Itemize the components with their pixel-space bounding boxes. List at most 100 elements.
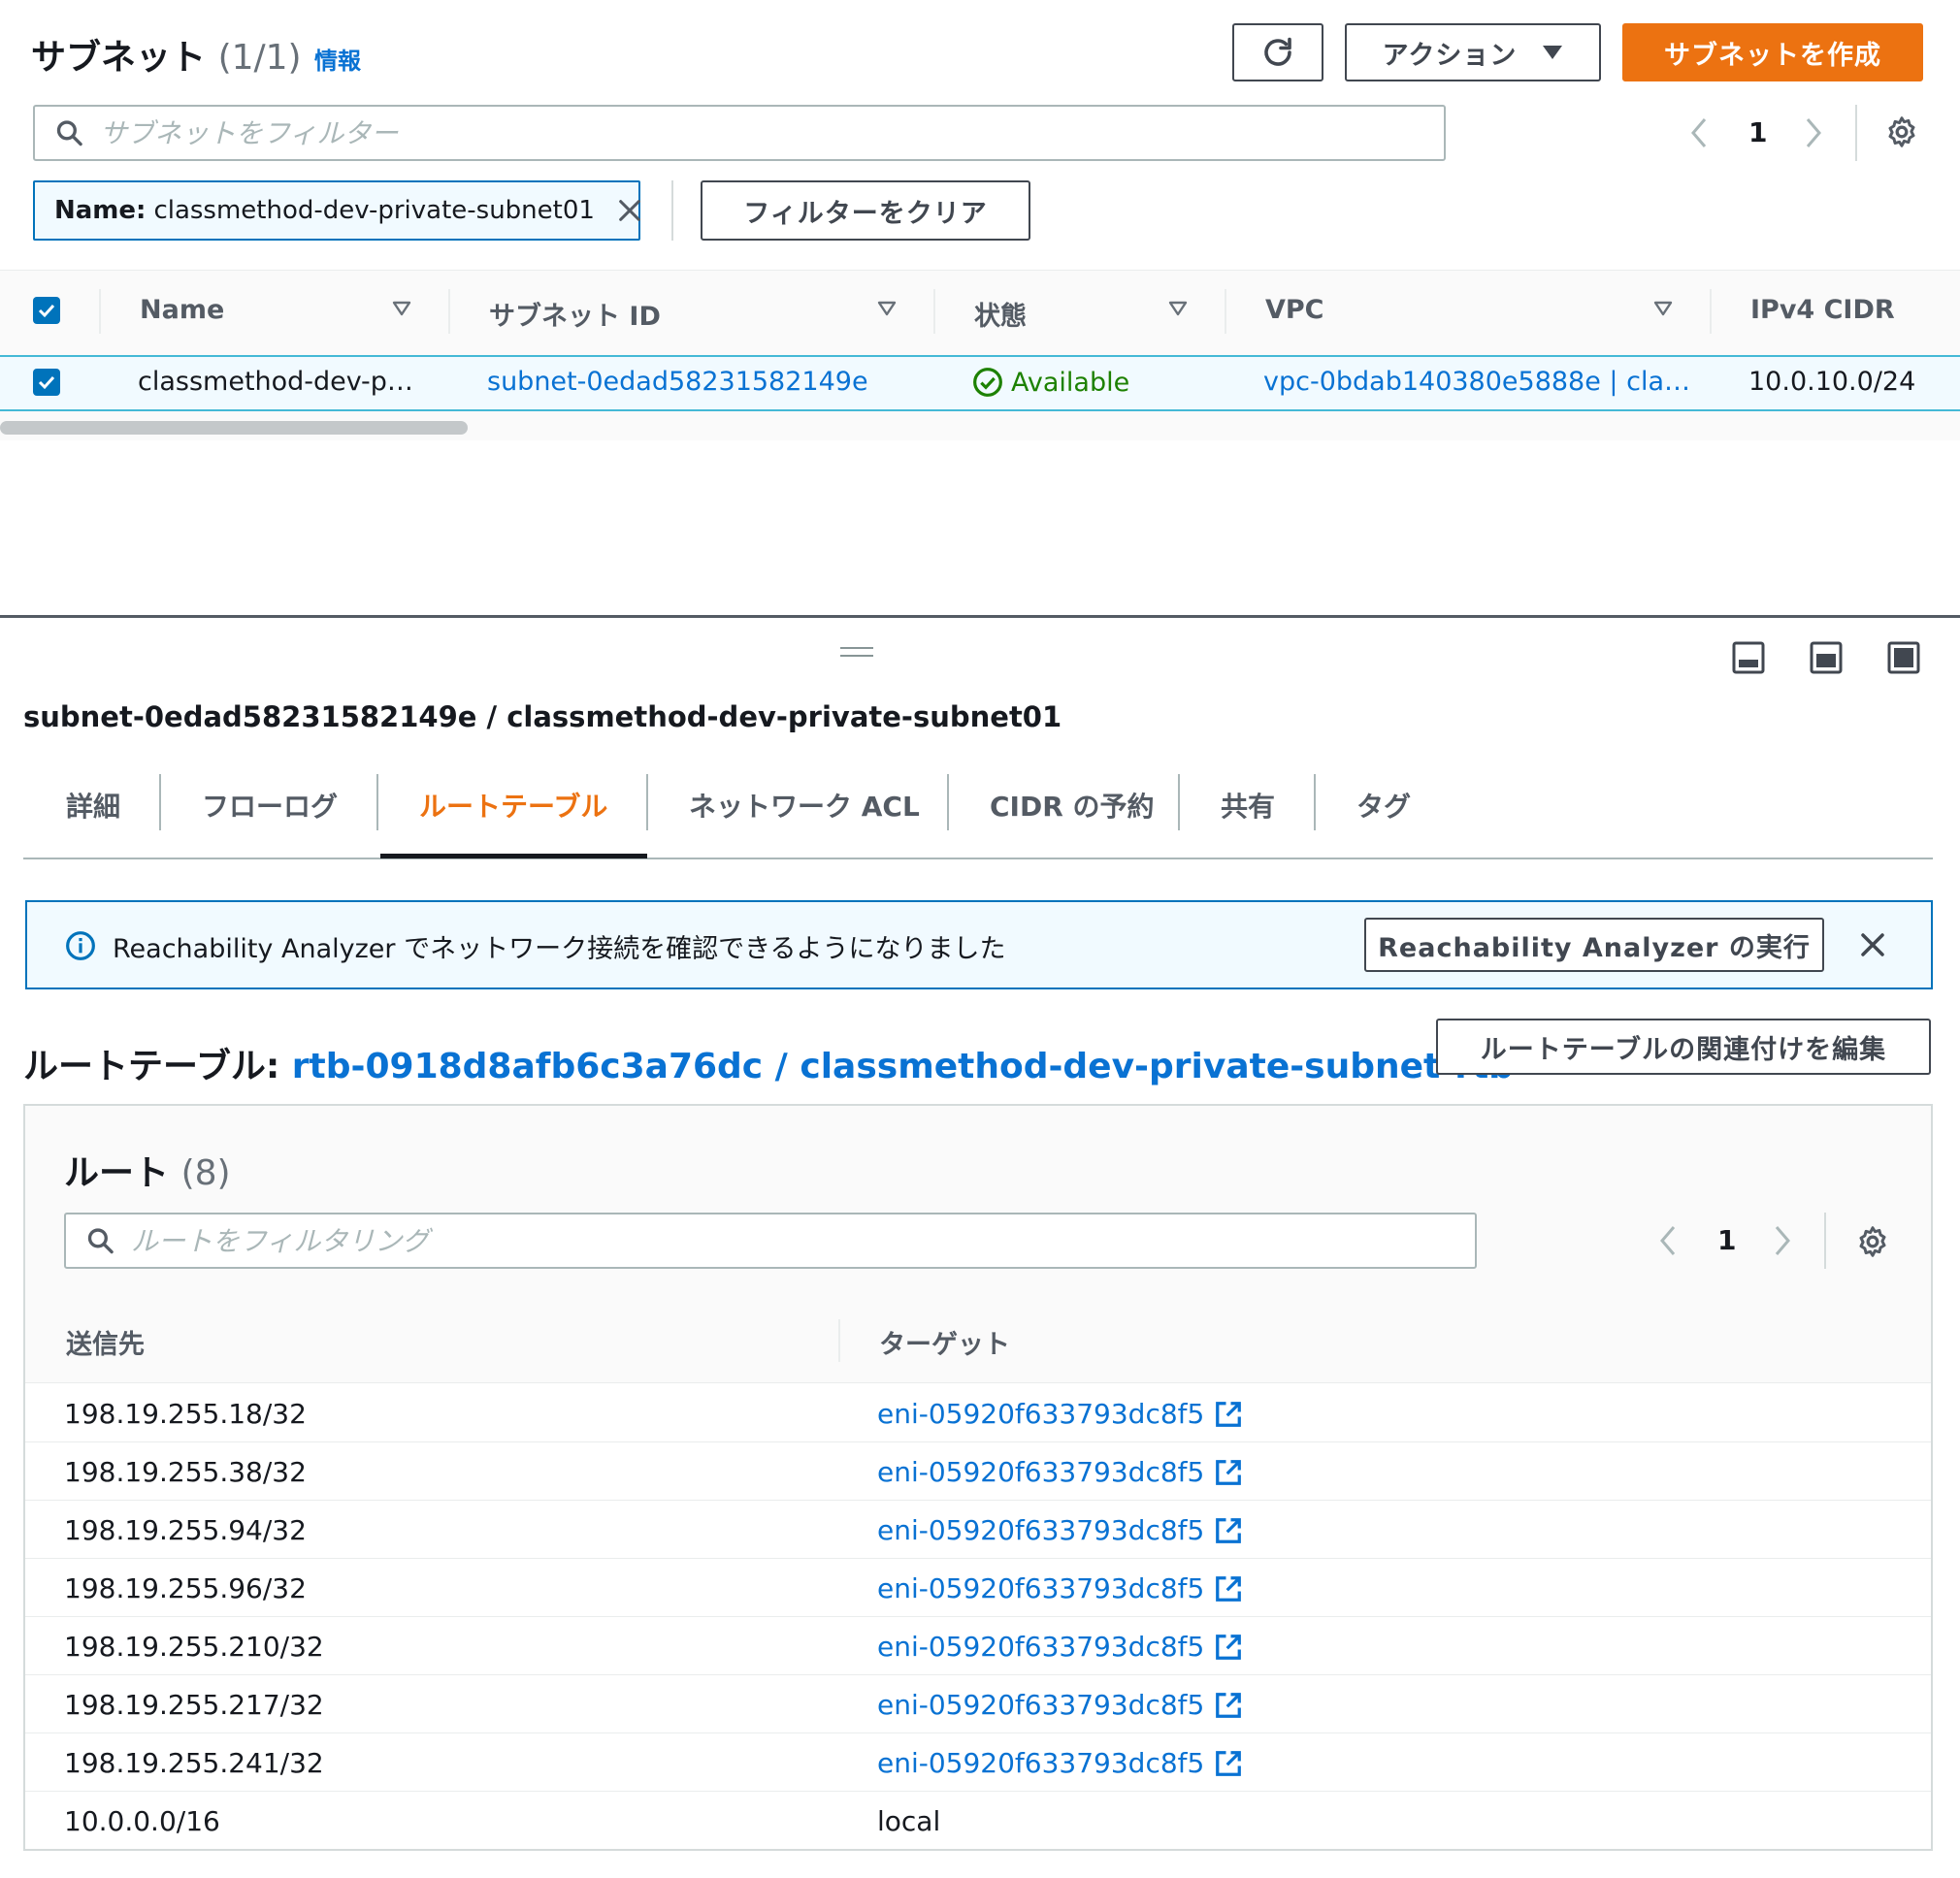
run-reachability-analyzer-button[interactable]: Reachability Analyzer の実行 bbox=[1364, 918, 1824, 972]
route-target-link[interactable]: eni-05920f633793dc8f5 bbox=[877, 1514, 1243, 1546]
info-link[interactable]: 情報 bbox=[314, 42, 361, 76]
detail-title: subnet-0edad58231582149e / classmethod-d… bbox=[23, 700, 1062, 733]
gear-icon bbox=[1859, 1226, 1886, 1257]
tab-cidr-reservations[interactable]: CIDR の予約 bbox=[990, 786, 1155, 825]
external-link-icon bbox=[1216, 1459, 1242, 1485]
table-row: 198.19.255.96/32 eni-05920f633793dc8f5 bbox=[25, 1559, 1931, 1617]
select-all-checkbox[interactable] bbox=[33, 297, 60, 324]
prev-page-button[interactable] bbox=[1684, 111, 1714, 155]
vpc-link[interactable]: vpc-0bdab140380e5888e | cla… bbox=[1263, 367, 1690, 397]
chevron-left-icon bbox=[1691, 118, 1707, 147]
horizontal-scrollbar[interactable] bbox=[0, 421, 468, 435]
info-icon bbox=[64, 929, 97, 962]
close-icon bbox=[1861, 933, 1884, 956]
refresh-icon bbox=[1264, 37, 1291, 66]
sort-caret-icon[interactable] bbox=[1653, 301, 1673, 316]
edit-route-table-association-button[interactable]: ルートテーブルの関連付けを編集 bbox=[1436, 1019, 1931, 1075]
external-link-icon bbox=[1216, 1634, 1242, 1660]
close-icon bbox=[619, 200, 640, 221]
panel-full-icon bbox=[1887, 641, 1920, 674]
split-panel-divider bbox=[0, 615, 1960, 618]
filter-token: Name: classmethod-dev-private-subnet01 bbox=[33, 180, 640, 241]
table-row: 198.19.255.94/32 eni-05920f633793dc8f5 bbox=[25, 1501, 1931, 1559]
route-destination: 198.19.255.96/32 bbox=[64, 1572, 307, 1604]
search-icon bbox=[56, 120, 82, 146]
routes-prev-page-button[interactable] bbox=[1653, 1218, 1682, 1263]
ipv4-cidr-cell: 10.0.10.0/24 bbox=[1748, 367, 1916, 397]
external-link-icon bbox=[1216, 1517, 1242, 1543]
caret-down-icon bbox=[1543, 46, 1563, 59]
subnet-search-input[interactable] bbox=[99, 116, 1444, 149]
column-header-state[interactable]: 状態 bbox=[974, 295, 1027, 333]
sort-caret-icon[interactable] bbox=[1168, 301, 1188, 316]
success-check-icon bbox=[973, 368, 1002, 397]
column-header-ipv4-cidr[interactable]: IPv4 CIDR bbox=[1750, 295, 1895, 325]
panel-middle-icon bbox=[1810, 641, 1843, 674]
status-badge: Available bbox=[972, 367, 1129, 398]
column-header-target: ターゲット bbox=[879, 1330, 1010, 1360]
route-destination: 10.0.0.0/16 bbox=[64, 1805, 220, 1837]
route-table-heading: ルートテーブル: rtb-0918d8afb6c3a76dc / classme… bbox=[23, 1047, 1514, 1086]
subnet-id-link[interactable]: subnet-0edad58231582149e bbox=[487, 367, 868, 397]
clear-filters-button[interactable]: フィルターをクリア bbox=[701, 180, 1030, 241]
panel-full-button[interactable] bbox=[1886, 640, 1921, 675]
route-target-link[interactable]: eni-05920f633793dc8f5 bbox=[877, 1456, 1243, 1488]
external-link-icon bbox=[1216, 1401, 1242, 1427]
preferences-button[interactable] bbox=[1882, 113, 1921, 151]
routes-next-page-button[interactable] bbox=[1768, 1218, 1797, 1263]
next-page-button[interactable] bbox=[1799, 111, 1828, 155]
subnet-search[interactable] bbox=[33, 105, 1446, 161]
sort-caret-icon[interactable] bbox=[877, 301, 897, 316]
chevron-left-icon bbox=[1660, 1226, 1676, 1255]
row-checkbox[interactable] bbox=[33, 369, 60, 396]
route-destination: 198.19.255.217/32 bbox=[64, 1689, 324, 1721]
route-destination: 198.19.255.18/32 bbox=[64, 1398, 307, 1430]
column-header-vpc[interactable]: VPC bbox=[1265, 295, 1324, 325]
panel-bottom-icon bbox=[1732, 641, 1765, 674]
routes-count: (8) bbox=[180, 1153, 231, 1193]
route-target-link[interactable]: eni-05920f633793dc8f5 bbox=[877, 1747, 1243, 1779]
subnet-count: (1/1) bbox=[217, 38, 302, 78]
route-destination: 198.19.255.94/32 bbox=[64, 1514, 307, 1546]
page-number[interactable]: 1 bbox=[1748, 116, 1767, 148]
dismiss-flash-button[interactable] bbox=[1853, 925, 1892, 964]
flash-message: Reachability Analyzer でネットワーク接続を確認できるように… bbox=[113, 934, 1006, 964]
actions-dropdown[interactable]: アクション bbox=[1345, 23, 1601, 81]
table-row: 198.19.255.210/32 eni-05920f633793dc8f5 bbox=[25, 1617, 1931, 1675]
routes-page-number[interactable]: 1 bbox=[1717, 1224, 1736, 1256]
routes-preferences-button[interactable] bbox=[1853, 1222, 1892, 1261]
routes-search-input[interactable] bbox=[130, 1224, 1475, 1257]
route-table-link[interactable]: rtb-0918d8afb6c3a76dc / classmethod-dev-… bbox=[292, 1047, 1514, 1086]
route-target-link[interactable]: eni-05920f633793dc8f5 bbox=[877, 1572, 1243, 1604]
table-row: 198.19.255.38/32 eni-05920f633793dc8f5 bbox=[25, 1442, 1931, 1501]
refresh-button[interactable] bbox=[1232, 23, 1323, 81]
tab-details[interactable]: 詳細 bbox=[66, 786, 120, 825]
tab-route-table[interactable]: ルートテーブル bbox=[419, 786, 607, 825]
route-target-link[interactable]: eni-05920f633793dc8f5 bbox=[877, 1631, 1243, 1663]
resize-handle[interactable] bbox=[840, 647, 873, 649]
sort-caret-icon[interactable] bbox=[392, 301, 411, 316]
tab-network-acl[interactable]: ネットワーク ACL bbox=[689, 786, 920, 825]
subnet-name-cell: classmethod-dev-p… bbox=[138, 367, 413, 397]
tab-sharing[interactable]: 共有 bbox=[1221, 786, 1275, 825]
route-target-link[interactable]: eni-05920f633793dc8f5 bbox=[877, 1398, 1243, 1430]
external-link-icon bbox=[1216, 1575, 1242, 1602]
route-target-link[interactable]: eni-05920f633793dc8f5 bbox=[877, 1689, 1243, 1721]
active-tab-indicator bbox=[380, 854, 647, 858]
remove-filter-button[interactable] bbox=[616, 195, 643, 226]
route-destination: 198.19.255.210/32 bbox=[64, 1631, 324, 1663]
tab-flow-logs[interactable]: フローログ bbox=[202, 786, 338, 825]
tab-tags[interactable]: タグ bbox=[1356, 786, 1411, 825]
column-header-subnet-id[interactable]: サブネット ID bbox=[489, 295, 661, 333]
check-icon bbox=[38, 375, 55, 390]
panel-bottom-button[interactable] bbox=[1731, 640, 1766, 675]
resize-handle-line bbox=[840, 655, 873, 657]
route-destination: 198.19.255.241/32 bbox=[64, 1747, 324, 1779]
column-header-name[interactable]: Name bbox=[140, 295, 224, 325]
panel-middle-button[interactable] bbox=[1809, 640, 1844, 675]
create-subnet-button[interactable]: サブネットを作成 bbox=[1622, 23, 1923, 81]
search-icon bbox=[87, 1228, 114, 1254]
table-row: 10.0.0.0/16 local bbox=[25, 1792, 1931, 1850]
routes-search[interactable] bbox=[64, 1213, 1477, 1269]
external-link-icon bbox=[1216, 1692, 1242, 1718]
